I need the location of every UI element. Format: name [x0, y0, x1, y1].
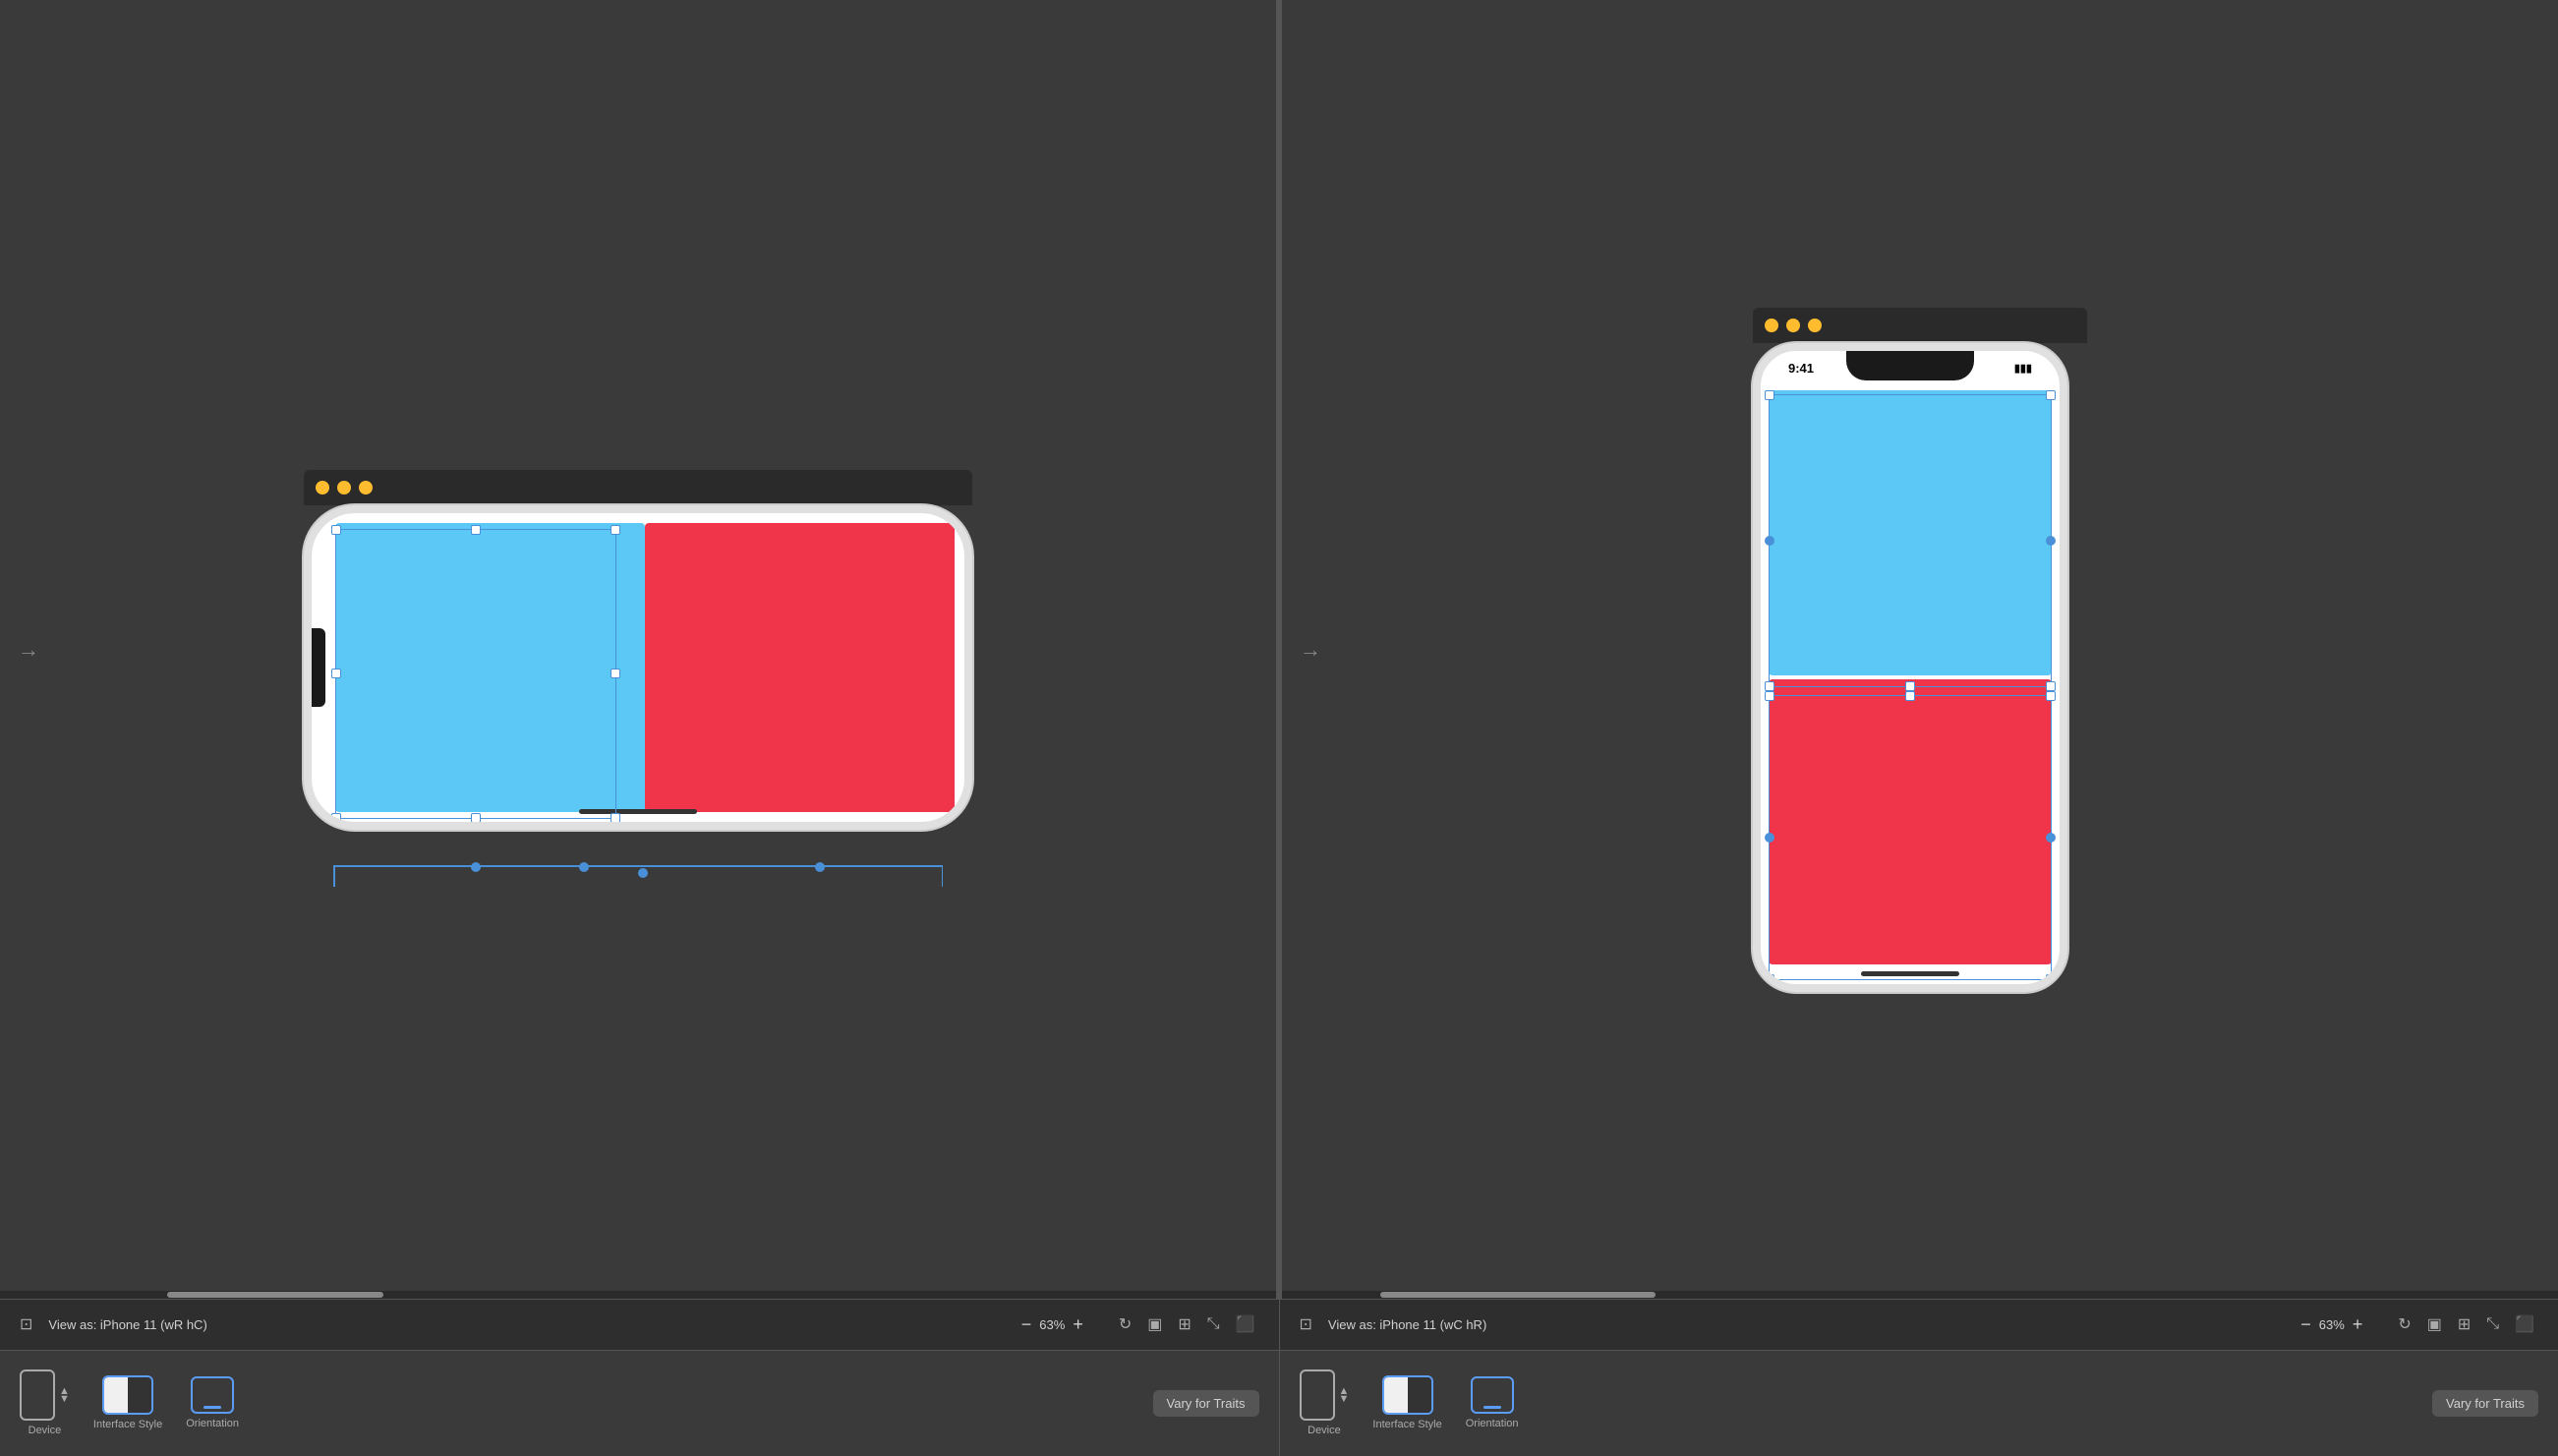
right-status-panel: ⊡ View as: iPhone 11 (wC hR) − 63% + ↻ ▣… [1280, 1299, 2558, 1456]
right-device-icon[interactable] [1300, 1369, 1335, 1421]
constraint-lines [304, 828, 972, 887]
left-zoom-level: 63% [1039, 1317, 1065, 1332]
left-icon-device[interactable]: ▣ [1143, 1310, 1166, 1338]
iphone-portrait-frame: 9:41 ▮▮▮ [1753, 343, 2067, 992]
right-zoom-minus[interactable]: − [2300, 1315, 2311, 1333]
left-icon-layout[interactable]: ⊞ [1174, 1310, 1194, 1338]
landscape-window-bar [304, 470, 972, 505]
right-style-light [1384, 1377, 1408, 1413]
right-view-label: View as: iPhone 11 (wC hR) [1328, 1317, 1486, 1332]
right-device-control: ▲ ▼ Device [1300, 1369, 1350, 1436]
right-canvas-panel: → 9:41 ▮▮▮ [1282, 0, 2558, 1299]
right-orientation-label: Orientation [1466, 1418, 1519, 1429]
left-view-icon: ⊡ [20, 1314, 32, 1334]
portrait-content [1769, 390, 2052, 964]
left-scrollbar-track[interactable] [0, 1291, 1276, 1299]
right-zoom-level: 63% [2319, 1317, 2345, 1332]
right-vary-button[interactable]: Vary for Traits [2432, 1390, 2538, 1417]
red-rectangle-portrait [1769, 679, 2052, 964]
left-canvas-panel: → [0, 0, 1276, 1299]
traffic-light-yellow-left[interactable] [316, 481, 329, 495]
left-zoom-plus[interactable]: + [1073, 1315, 1083, 1333]
portrait-window-wrapper: 9:41 ▮▮▮ [1753, 308, 2087, 992]
right-device-chevron[interactable]: ▲ ▼ [1339, 1387, 1350, 1405]
blue-rectangle-portrait [1769, 390, 2052, 675]
blue-rectangle-landscape [335, 523, 645, 812]
red-rectangle-landscape [645, 523, 955, 812]
right-zoom-control: − 63% + [2300, 1315, 2362, 1333]
right-icon-layout[interactable]: ⊞ [2454, 1310, 2474, 1338]
left-device-control: ▲ ▼ Device [20, 1369, 70, 1436]
panel-divider[interactable] [1276, 0, 1282, 1299]
left-status-bar-bottom: ▲ ▼ Device Interface Style Orient [0, 1351, 1279, 1456]
right-interface-style-control: Interface Style [1372, 1375, 1441, 1430]
right-orientation-icon[interactable] [1471, 1376, 1514, 1414]
left-orientation-label: Orientation [186, 1418, 239, 1429]
left-toolbar-icons: ↻ ▣ ⊞ ⤡ ⬛ [1115, 1310, 1259, 1338]
left-device-chevron[interactable]: ▲ ▼ [59, 1387, 70, 1405]
traffic-light-green-right[interactable] [1808, 319, 1822, 332]
left-icon-resize[interactable]: ⤡ [1203, 1310, 1224, 1338]
left-device-label: Device [29, 1425, 62, 1436]
left-device-icon[interactable] [20, 1369, 55, 1421]
left-orientation-icon[interactable] [191, 1376, 234, 1414]
landscape-window-wrapper [304, 470, 972, 830]
landscape-content [325, 513, 964, 822]
right-icon-refresh[interactable]: ↻ [2394, 1310, 2414, 1338]
left-vary-button[interactable]: Vary for Traits [1153, 1390, 1259, 1417]
right-toolbar-icons: ↻ ▣ ⊞ ⤡ ⬛ [2394, 1310, 2538, 1338]
traffic-light-orange-right[interactable] [1786, 319, 1800, 332]
home-indicator-landscape [579, 809, 697, 814]
left-icon-refresh[interactable]: ↻ [1115, 1310, 1135, 1338]
left-interface-style-label: Interface Style [93, 1419, 162, 1430]
left-interface-style-control: Interface Style [93, 1375, 162, 1430]
right-scrollbar-track[interactable] [1282, 1291, 2558, 1299]
left-zoom-control: − 63% + [1021, 1315, 1083, 1333]
left-panel-arrow: → [18, 637, 39, 663]
left-view-label: View as: iPhone 11 (wR hC) [48, 1317, 206, 1332]
right-panel-arrow: → [1300, 637, 1321, 663]
left-icon-export[interactable]: ⬛ [1232, 1310, 1259, 1338]
right-orientation-control: Orientation [1466, 1376, 1519, 1429]
right-scrollbar-thumb[interactable] [1380, 1292, 1656, 1298]
left-style-light [104, 1377, 128, 1413]
left-status-panel: ⊡ View as: iPhone 11 (wR hC) − 63% + ↻ ▣… [0, 1299, 1279, 1456]
right-icon-export[interactable]: ⬛ [2511, 1310, 2538, 1338]
portrait-window-bar [1753, 308, 2087, 343]
right-icon-resize[interactable]: ⤡ [2482, 1310, 2503, 1338]
bottom-status-area: ⊡ View as: iPhone 11 (wR hC) − 63% + ↻ ▣… [0, 1299, 2558, 1456]
battery-indicator: ▮▮▮ [2014, 360, 2040, 375]
left-zoom-minus[interactable]: − [1021, 1315, 1032, 1333]
right-interface-style-icon[interactable] [1382, 1375, 1433, 1415]
traffic-light-yellow-right[interactable] [1765, 319, 1778, 332]
traffic-light-orange-left[interactable] [337, 481, 351, 495]
right-icon-device[interactable]: ▣ [2423, 1310, 2446, 1338]
landscape-side-notch [312, 628, 325, 707]
time-label: 9:41 [1780, 359, 1814, 376]
iphone-landscape-frame [304, 505, 972, 830]
right-status-bar-top: ⊡ View as: iPhone 11 (wC hR) − 63% + ↻ ▣… [1280, 1300, 2558, 1351]
portrait-top-notch [1846, 351, 1974, 380]
left-interface-style-icon[interactable] [102, 1375, 153, 1415]
home-indicator-portrait [1861, 971, 1959, 976]
right-zoom-plus[interactable]: + [2353, 1315, 2363, 1333]
right-interface-style-label: Interface Style [1372, 1419, 1441, 1430]
right-style-dark [1408, 1377, 1431, 1413]
left-scrollbar-thumb[interactable] [167, 1292, 383, 1298]
left-status-bar-top: ⊡ View as: iPhone 11 (wR hC) − 63% + ↻ ▣… [0, 1300, 1279, 1351]
right-status-bar-bottom: ▲ ▼ Device Interface Style Orient [1280, 1351, 2558, 1456]
left-orientation-control: Orientation [186, 1376, 239, 1429]
right-device-label: Device [1308, 1425, 1341, 1436]
left-style-dark [128, 1377, 151, 1413]
traffic-light-green-left[interactable] [359, 481, 373, 495]
right-view-icon: ⊡ [1300, 1314, 1312, 1334]
